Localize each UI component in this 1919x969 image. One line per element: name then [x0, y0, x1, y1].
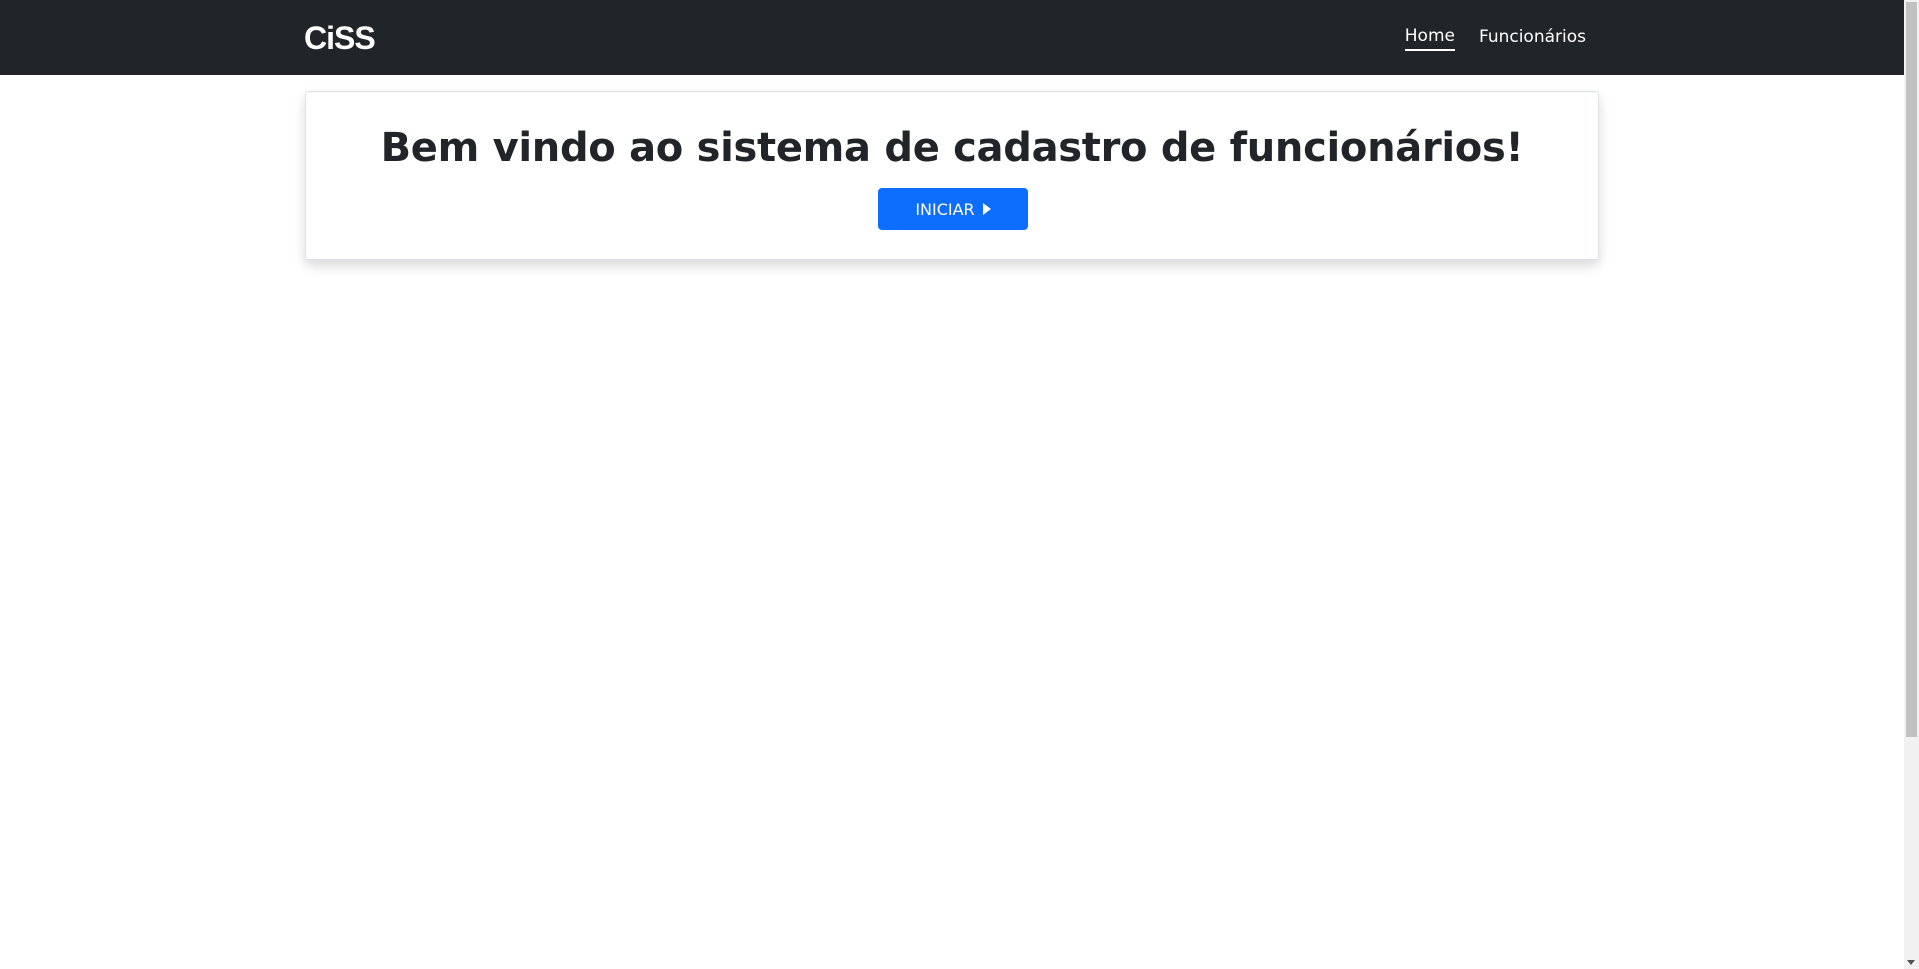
page: CiSS Home Funcionários Bem vindo ao sist…: [0, 0, 1919, 969]
ciss-logo[interactable]: CiSS: [304, 22, 382, 54]
main-nav: Home Funcionários: [1404, 0, 1586, 75]
navbar: CiSS Home Funcionários: [0, 0, 1904, 75]
svg-text:CiSS: CiSS: [304, 22, 375, 54]
nav-home[interactable]: Home: [1404, 25, 1455, 51]
start-button[interactable]: INICIAR: [878, 188, 1028, 230]
scroll-down-icon[interactable]: [1907, 960, 1915, 965]
start-button-label: INICIAR: [915, 199, 975, 219]
play-icon: [982, 203, 991, 215]
vertical-scrollbar[interactable]: [1904, 0, 1919, 969]
welcome-card: Bem vindo ao sistema de cadastro de func…: [305, 91, 1599, 260]
nav-funcionarios[interactable]: Funcionários: [1479, 26, 1586, 50]
page-title: Bem vindo ao sistema de cadastro de func…: [380, 125, 1524, 171]
scrollbar-thumb[interactable]: [1906, 2, 1917, 737]
